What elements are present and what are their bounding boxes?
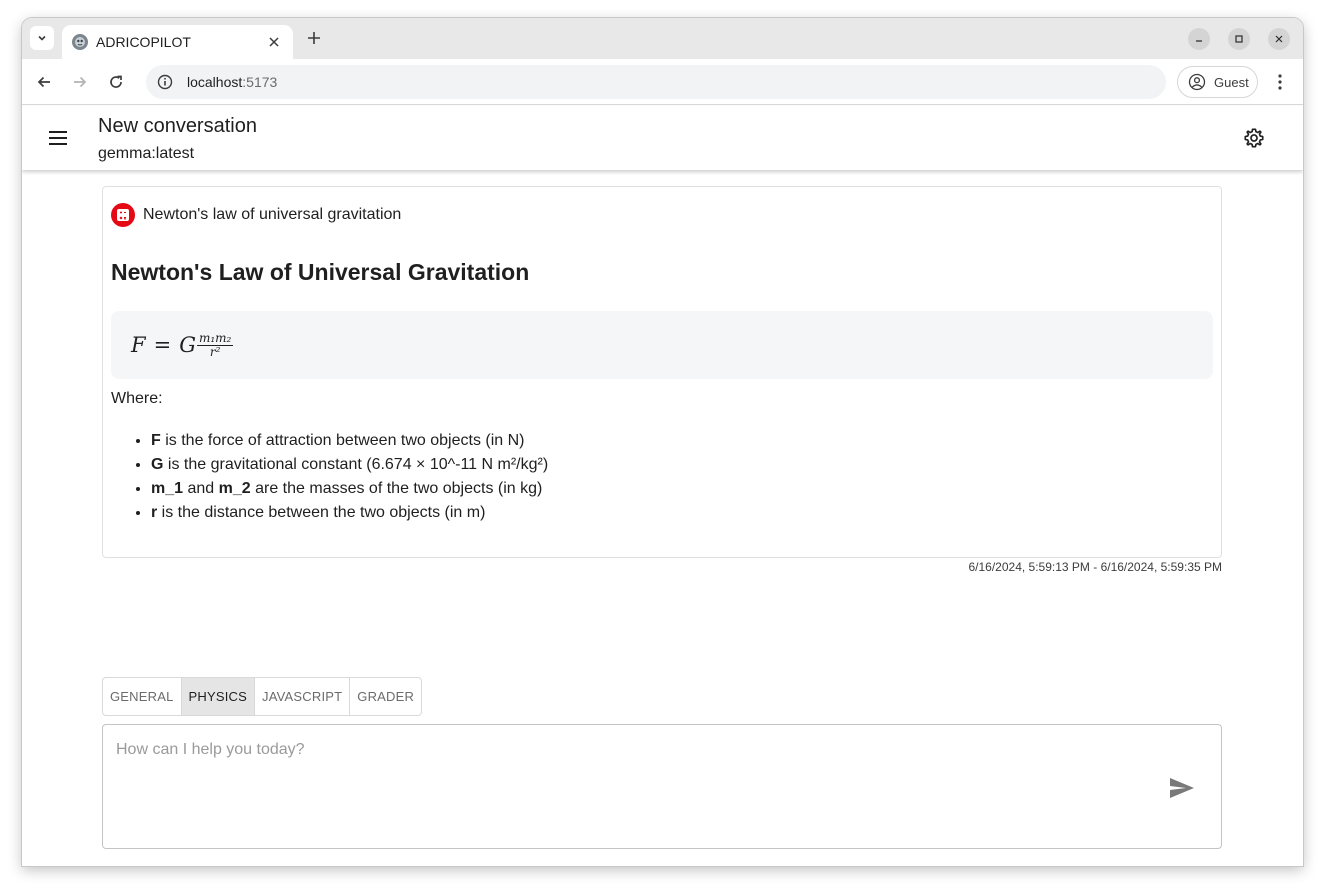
list-item: m_1 and m_2 are the masses of the two ob… xyxy=(151,477,548,501)
chevron-down-icon xyxy=(38,35,46,41)
list-item: F is the force of attraction between two… xyxy=(151,429,548,453)
tab-grader[interactable]: GRADER xyxy=(350,678,421,715)
send-button[interactable] xyxy=(1167,774,1197,802)
browser-toolbar: localhost:5173 Guest xyxy=(22,59,1303,105)
reload-icon xyxy=(110,75,122,88)
formula-equals: = xyxy=(153,333,172,357)
address-bar[interactable]: localhost:5173 xyxy=(146,65,1166,99)
gravitation-formula: F = G m₁m₂ r² xyxy=(131,330,234,359)
tab-strip: ADRICOPILOT xyxy=(22,18,1303,59)
definition-joiner: and xyxy=(183,480,219,497)
list-item: r is the distance between the two object… xyxy=(151,501,548,525)
back-button[interactable] xyxy=(32,70,56,94)
definition-term: G xyxy=(151,456,164,473)
new-tab-button[interactable] xyxy=(303,27,325,49)
tab-title: ADRICOPILOT xyxy=(96,34,191,50)
forward-button[interactable] xyxy=(68,70,92,94)
settings-button[interactable] xyxy=(1242,126,1266,150)
message-input[interactable] xyxy=(116,741,1146,759)
formula-denominator: r² xyxy=(209,344,221,359)
message-heading: Newton's Law of Universal Gravitation xyxy=(111,259,530,285)
definition-text: is the gravitational constant (6.674 × 1… xyxy=(163,456,549,473)
site-info-icon[interactable] xyxy=(157,74,173,90)
definition-text: are the masses of the two objects (in kg… xyxy=(250,480,543,497)
gear-icon xyxy=(1244,128,1264,148)
close-icon xyxy=(1275,35,1283,43)
formula-fraction: m₁m₂ r² xyxy=(196,330,234,359)
menu-button[interactable] xyxy=(46,126,70,150)
message-subject: Newton's law of universal gravitation xyxy=(143,206,402,223)
favicon-icon xyxy=(72,34,88,50)
formula-lhs: F xyxy=(131,333,146,357)
model-name: gemma:latest xyxy=(98,145,195,162)
profile-label: Guest xyxy=(1214,74,1249,90)
url-host: localhost xyxy=(187,74,243,90)
tab-physics[interactable]: PHYSICS xyxy=(181,678,256,715)
definition-term: m_1 xyxy=(151,480,184,497)
assistant-message-card: Newton's law of universal gravitation Ne… xyxy=(102,186,1222,558)
send-icon xyxy=(1170,778,1194,798)
close-tab-icon[interactable] xyxy=(265,33,283,51)
persona-tabs: GENERAL PHYSICS JAVASCRIPT GRADER xyxy=(102,677,423,716)
arrow-right-icon xyxy=(74,76,87,88)
definition-term: m_2 xyxy=(218,480,251,497)
list-item: G is the gravitational constant (6.674 ×… xyxy=(151,453,548,477)
hamburger-icon xyxy=(49,131,67,145)
calculator-icon xyxy=(111,203,135,227)
profile-button[interactable]: Guest xyxy=(1177,66,1258,98)
formula-constant: G xyxy=(179,333,196,357)
tab-javascript[interactable]: JAVASCRIPT xyxy=(255,678,351,715)
url-port: :5173 xyxy=(242,74,278,90)
formula-block: F = G m₁m₂ r² xyxy=(111,311,1213,379)
definition-text: is the force of attraction between two o… xyxy=(160,432,525,449)
close-window-button[interactable] xyxy=(1268,28,1290,50)
minimize-icon xyxy=(1196,40,1202,42)
reload-button[interactable] xyxy=(104,70,128,94)
arrow-left-icon xyxy=(37,76,50,88)
maximize-icon xyxy=(1235,35,1243,43)
account-icon xyxy=(1188,73,1206,91)
browser-tab[interactable]: ADRICOPILOT xyxy=(62,25,293,59)
tab-general[interactable]: GENERAL xyxy=(103,678,182,715)
browser-menu-button[interactable] xyxy=(1270,70,1290,94)
where-label: Where: xyxy=(111,390,163,407)
message-timestamp: 6/16/2024, 5:59:13 PM - 6/16/2024, 5:59:… xyxy=(968,560,1222,574)
formula-numerator: m₁m₂ xyxy=(196,330,234,346)
tab-search-button[interactable] xyxy=(30,26,54,50)
maximize-button[interactable] xyxy=(1228,28,1250,50)
browser-window: ADRICOPILOT localhost:5173 Guest New co… xyxy=(22,18,1303,866)
composer xyxy=(102,724,1222,849)
app-header: New conversation gemma:latest xyxy=(22,106,1303,170)
minimize-button[interactable] xyxy=(1188,28,1210,50)
definition-text: is the distance between the two objects … xyxy=(157,504,486,521)
more-vert-icon xyxy=(1278,74,1282,90)
message-header: Newton's law of universal gravitation xyxy=(111,203,401,227)
conversation-title: New conversation xyxy=(98,115,257,137)
definition-term: F xyxy=(151,432,161,449)
definition-list: F is the force of attraction between two… xyxy=(151,429,548,525)
plus-icon xyxy=(308,32,320,44)
